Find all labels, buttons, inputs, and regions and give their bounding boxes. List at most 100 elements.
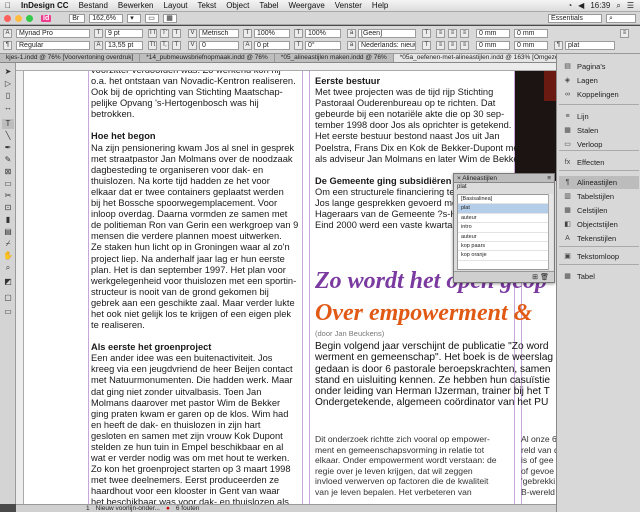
small-caps-button[interactable]: Tt <box>148 41 157 50</box>
zoom-window-button[interactable] <box>26 14 33 22</box>
character-mode-icon[interactable]: A <box>3 29 12 38</box>
panel-item-alineastijlen[interactable]: ¶ Alineastijlen <box>559 176 639 189</box>
font-family-field[interactable]: Myriad Pro <box>16 29 90 38</box>
text-frame-column-1[interactable]: voorzitter verdoofden was. Zo werkend ko… <box>91 71 301 504</box>
panel-item-tekenstijlen[interactable]: A Tekenstijlen <box>559 232 639 245</box>
gap-tool-icon[interactable]: ↔ <box>2 103 14 113</box>
direct-selection-tool-icon[interactable]: ▷ <box>2 79 14 89</box>
panel-item-tabelstijlen[interactable]: ▥ Tabelstijlen <box>559 190 639 203</box>
workspace-switcher[interactable]: Essentials <box>548 13 602 23</box>
bridge-button[interactable]: Br <box>69 13 86 23</box>
panel-item-tekstomloop[interactable]: ▣ Tekstomloop <box>559 250 639 263</box>
minimize-window-button[interactable] <box>15 14 22 22</box>
arrange-documents-button[interactable]: ▦ <box>163 13 178 23</box>
leading-field[interactable]: 13,55 pt <box>105 41 143 50</box>
paragraph-style-item[interactable]: kop oranje <box>458 251 548 261</box>
selection-tool-icon[interactable]: ➤ <box>2 67 14 77</box>
tracking-field[interactable]: 0 <box>199 41 239 50</box>
list-icon[interactable]: ☰ <box>627 1 634 10</box>
skew-field[interactable]: 0° <box>305 41 341 50</box>
panel-item-koppelingen[interactable]: ∞ Koppelingen <box>559 88 639 101</box>
underline-button[interactable]: T <box>172 29 181 38</box>
view-options-button[interactable]: ▾ <box>127 13 142 23</box>
page-number-field[interactable]: 1 <box>86 505 90 512</box>
panel-close-icon[interactable]: × <box>457 175 461 182</box>
preflight-status[interactable]: 6 fouten <box>176 505 200 512</box>
strikethrough-button[interactable]: T <box>172 41 181 50</box>
fill-stroke-swatch-icon[interactable]: ◩ <box>2 277 14 287</box>
paragraph-style-item[interactable]: kop paars <box>458 242 548 252</box>
panel-menu-icon[interactable]: ≡ <box>547 174 554 183</box>
panel-item-effecten[interactable]: fx Effecten <box>559 156 639 169</box>
menu-layout[interactable]: Layout <box>159 1 193 10</box>
gradient-tool-icon[interactable]: ▮ <box>2 215 14 225</box>
trash-icon[interactable]: 🗑 <box>540 273 549 281</box>
horizontal-scale-field[interactable]: 100% <box>305 29 341 38</box>
subscript-button[interactable]: T, <box>160 41 169 50</box>
all-caps-button[interactable]: TT <box>148 29 157 38</box>
clock[interactable]: 16:39 <box>590 1 610 10</box>
menu-bewerken[interactable]: Bewerken <box>113 1 159 10</box>
vertical-scale-field[interactable]: 100% <box>254 29 290 38</box>
close-window-button[interactable] <box>4 14 11 22</box>
panel-item-stalen[interactable]: ▦ Stalen <box>559 124 639 137</box>
panel-item-objectstijlen[interactable]: ◧ Objectstijlen <box>559 218 639 231</box>
paragraph-style-item[interactable]: auteur <box>458 214 548 224</box>
font-style-field[interactable]: Regular <box>16 41 90 50</box>
master-label[interactable]: Nieuw voorlijn-onder... <box>96 505 160 512</box>
first-line-indent-field[interactable]: 0 mm <box>514 29 548 38</box>
formatting-container-icon[interactable]: ▢ <box>2 293 14 303</box>
apple-icon[interactable]:  <box>0 1 16 10</box>
menu-app[interactable]: InDesign CC <box>16 1 74 10</box>
control-panel-menu-icon[interactable]: ≡ <box>620 29 629 38</box>
screen-mode-button[interactable]: ▭ <box>145 13 160 23</box>
byline[interactable]: (door Jan Beuckens) <box>315 329 384 338</box>
superscript-button[interactable]: T' <box>160 29 169 38</box>
space-after-field[interactable]: 0 mm <box>514 41 548 50</box>
rectangle-tool-icon[interactable]: ▭ <box>2 179 14 189</box>
pencil-tool-icon[interactable]: ✎ <box>2 155 14 165</box>
tab-document-2[interactable]: *14_pubmeuwsbriefnopmaak.indd @ 76% <box>140 54 275 62</box>
paragraph-mode-icon[interactable]: ¶ <box>3 41 12 50</box>
menu-object[interactable]: Object <box>221 1 254 10</box>
menu-bestand[interactable]: Bestand <box>74 1 113 10</box>
styles-scrollbar[interactable] <box>548 194 553 270</box>
volume-icon[interactable]: ◀ <box>578 1 584 10</box>
stroke-color-icon[interactable]: T <box>422 41 431 50</box>
character-style-field[interactable]: [Geen] <box>358 29 416 38</box>
headline-orange[interactable]: Over empowerment & <box>315 300 532 327</box>
right-indent-field[interactable]: 0 mm <box>476 41 510 50</box>
panel-item-celstijlen[interactable]: ▦ Celstijlen <box>559 204 639 217</box>
rectangle-frame-tool-icon[interactable]: ⊠ <box>2 167 14 177</box>
document-canvas[interactable]: voorzitter verdoofden was. Zo werkend ko… <box>24 71 556 504</box>
appbar-search-field[interactable]: ⌕ <box>606 13 636 23</box>
menu-venster[interactable]: Venster <box>330 1 367 10</box>
vertical-ruler[interactable] <box>16 71 24 504</box>
paragraph-style-item[interactable]: intro <box>458 223 548 233</box>
panel-item-pagina-s[interactable]: ▤ Pagina's <box>559 60 639 73</box>
tab-document-1[interactable]: kjes-1.indd @ 76% [Voorvertoning overdru… <box>0 54 141 62</box>
body-text-column-b[interactable]: Al onze 6 reld van d is of gee of gevoe'geb… <box>521 434 556 498</box>
photo-frame[interactable] <box>515 71 556 181</box>
justify-all-button[interactable]: ≡ <box>448 41 457 50</box>
paragraph-styles-panel-title[interactable]: × Alineastijlen ≡ <box>454 174 554 183</box>
type-tool-icon[interactable]: T <box>2 119 14 129</box>
panel-item-lijn[interactable]: ≡ Lijn <box>559 110 639 123</box>
paragraph-style-item[interactable]: auteur <box>458 233 548 242</box>
paragraph-style-item[interactable]: [Basisalinea] <box>458 195 548 205</box>
new-style-icon[interactable]: ⊞ <box>532 273 538 281</box>
menu-tabel[interactable]: Tabel <box>254 1 283 10</box>
justify-right-button[interactable]: ≡ <box>460 41 469 50</box>
view-mode-icon[interactable]: ▭ <box>2 307 14 317</box>
justify-left-button[interactable]: ≡ <box>436 41 445 50</box>
search-icon[interactable]: ⌕ <box>616 1 620 11</box>
align-right-button[interactable]: ≡ <box>460 29 469 38</box>
menu-weergave[interactable]: Weergave <box>283 1 329 10</box>
body-text-column-a[interactable]: Dit onderzoek richtte zich vooral op emp… <box>315 434 513 498</box>
fill-color-icon[interactable]: T <box>422 29 431 38</box>
font-size-field[interactable]: 9 pt <box>105 29 143 38</box>
free-transform-tool-icon[interactable]: ⊡ <box>2 203 14 213</box>
align-left-button[interactable]: ≡ <box>436 29 445 38</box>
left-indent-field[interactable]: 0 mm <box>476 29 510 38</box>
line-tool-icon[interactable]: ╲ <box>2 131 14 141</box>
